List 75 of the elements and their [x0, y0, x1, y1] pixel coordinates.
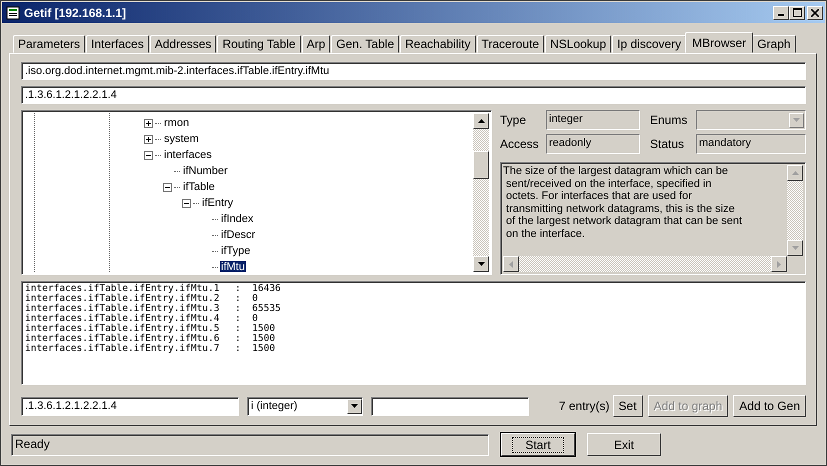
enums-label: Enums: [650, 113, 688, 128]
tree-item[interactable]: interfaces: [163, 149, 213, 162]
result-value: : 65535: [235, 304, 281, 314]
result-value: : 1500: [235, 344, 276, 354]
result-value: : 1500: [235, 324, 276, 334]
result-oid: interfaces.ifTable.ifEntry.ifMtu.3: [25, 304, 220, 314]
result-oid: interfaces.ifTable.ifEntry.ifMtu.1: [25, 284, 220, 294]
window-title: Getif [192.168.1.1]: [24, 6, 128, 20]
tab[interactable]: Routing Table: [217, 35, 301, 53]
tab[interactable]: NSLookup: [545, 35, 612, 53]
collapse-icon[interactable]: [182, 198, 191, 208]
access-label: Access: [500, 137, 540, 152]
tree-item[interactable]: ifType: [220, 245, 252, 258]
access-field: readonly: [546, 134, 640, 154]
collapse-icon[interactable]: [163, 182, 172, 192]
tab[interactable]: Ip discovery: [612, 35, 686, 53]
result-oid: interfaces.ifTable.ifEntry.ifMtu.2: [25, 294, 220, 304]
tab[interactable]: Gen. Table: [331, 35, 400, 53]
result-oid: interfaces.ifTable.ifEntry.ifMtu.7: [25, 344, 220, 354]
status-field: mandatory: [696, 134, 806, 154]
collapse-icon[interactable]: [144, 150, 153, 160]
tab[interactable]: Reachability: [400, 35, 476, 53]
tree-item[interactable]: ifTable: [182, 181, 216, 194]
minimize-icon: [778, 14, 784, 16]
set-value-field[interactable]: [371, 396, 529, 416]
tab[interactable]: Parameters: [13, 35, 86, 53]
app-icon: [6, 6, 20, 20]
expand-icon[interactable]: [144, 118, 153, 128]
tab[interactable]: Traceroute: [476, 35, 544, 53]
scroll-thumb[interactable]: [473, 151, 489, 180]
type-field: integer: [546, 110, 640, 130]
tree-item[interactable]: ifDescr: [220, 229, 256, 242]
tab[interactable]: Addresses: [150, 35, 216, 53]
oid-name-field[interactable]: .iso.org.dod.internet.mgmt.mib-2.interfaces.ifTable.ifEntry.ifMtu: [21, 62, 806, 80]
status-label: Status: [650, 137, 686, 152]
result-oid: interfaces.ifTable.ifEntry.ifMtu.4: [25, 314, 220, 324]
set-oid-field[interactable]: .1.3.6.1.2.1.2.2.1.4: [21, 396, 239, 416]
tree-item[interactable]: ifIndex: [220, 213, 254, 226]
up-arrow-icon: [478, 119, 484, 124]
tab[interactable]: Arp: [302, 35, 330, 53]
close-icon: [811, 8, 819, 16]
enums-dropdown[interactable]: [696, 110, 806, 130]
tab[interactable]: Graph: [752, 35, 796, 53]
result-oid: interfaces.ifTable.ifEntry.ifMtu.6: [25, 334, 220, 344]
oid-number-field[interactable]: .1.3.6.1.2.1.2.2.1.4: [21, 86, 806, 104]
action-button[interactable]: Add to Gen: [733, 395, 806, 418]
status-bar: Ready: [11, 434, 489, 456]
tree-item[interactable]: ifNumber: [182, 165, 229, 178]
tree-item[interactable]: ifMtu: [220, 261, 246, 272]
result-value: : 0: [235, 314, 258, 324]
type-label: Type: [500, 113, 528, 128]
dropdown-arrow-icon: [793, 118, 800, 122]
dropdown-arrow-icon: [351, 404, 358, 408]
value-type-dropdown[interactable]: i (integer): [247, 396, 363, 416]
footer-button[interactable]: Start: [501, 433, 575, 456]
tree-item[interactable]: rmon: [163, 117, 190, 130]
minimize-button[interactable]: [773, 6, 789, 20]
maximize-icon: [792, 8, 802, 17]
scrollbar[interactable]: [473, 113, 489, 272]
maximize-button[interactable]: [789, 6, 805, 20]
tree-item[interactable]: ifEntry: [201, 197, 234, 210]
description-box: The size of the largest datagram which can be sent/received on the interface, specified in octets. For interfaces that are used for transmitting network datagrams, this is the size of the largest network datagram that can be sent on the interface.: [500, 162, 806, 276]
expand-icon[interactable]: [144, 134, 153, 144]
result-value: : 16436: [235, 284, 281, 294]
close-button[interactable]: [807, 6, 823, 20]
result-value: : 0: [235, 294, 258, 304]
result-oid: interfaces.ifTable.ifEntry.ifMtu.5: [25, 324, 220, 334]
action-button[interactable]: Set: [612, 395, 643, 418]
tree-item[interactable]: system: [163, 133, 200, 146]
tab[interactable]: MBrowser: [685, 32, 754, 53]
result-value: : 1500: [235, 334, 276, 344]
tab[interactable]: Interfaces: [86, 35, 149, 53]
footer-button[interactable]: Exit: [587, 433, 661, 456]
entry-count: 7 entry(s): [558, 399, 610, 414]
down-arrow-icon: [478, 262, 484, 266]
